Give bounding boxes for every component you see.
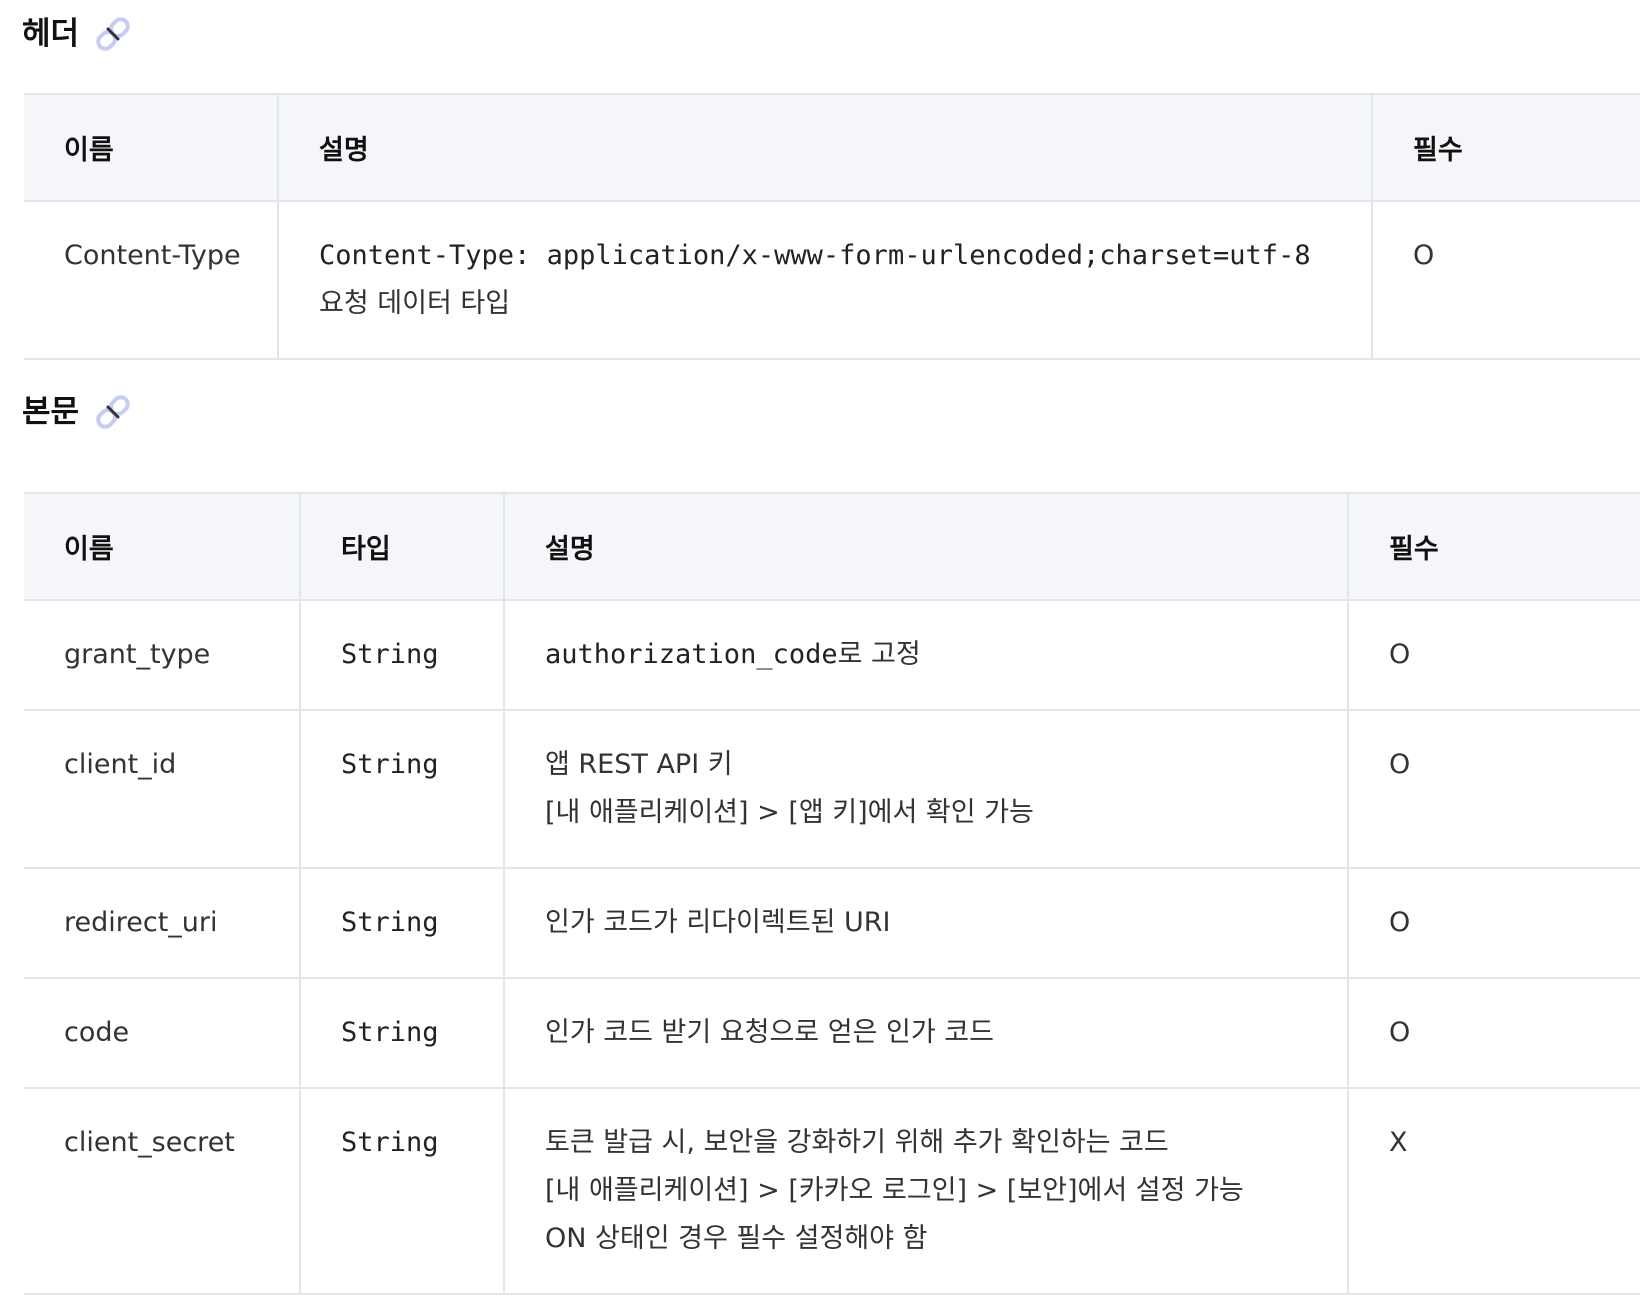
param-required: O [1347, 867, 1640, 979]
param-description-line: 앱 REST API 키 [545, 749, 733, 780]
param-required: O [1347, 977, 1640, 1089]
section-title: 본문 [22, 393, 80, 430]
param-description: 인가 코드가 리다이렉트된 URI [503, 867, 1348, 979]
param-name: client_id [24, 709, 300, 869]
column-header-name: 이름 [24, 492, 300, 601]
param-description: 앱 REST API 키 [내 애플리케이션] > [앱 키]에서 확인 가능 [503, 709, 1348, 869]
param-description-text: 로 고정 [837, 639, 921, 670]
param-description: Content-Type: application/x-www-form-url… [277, 200, 1372, 360]
link-icon[interactable] [93, 392, 133, 432]
header-table: 이름 설명 필수 Content-Type Content-Type: appl… [24, 93, 1640, 360]
link-icon[interactable] [93, 14, 133, 54]
param-name: redirect_uri [24, 867, 300, 979]
param-required: O [1371, 200, 1640, 360]
param-name: client_secret [24, 1087, 300, 1295]
section-title: 헤더 [22, 15, 80, 52]
param-name: Content-Type [24, 200, 278, 360]
body-table: 이름 타입 설명 필수 grant_type String authorizat… [24, 492, 1640, 1295]
param-description-text: 요청 데이터 타입 [319, 288, 511, 319]
param-description: 인가 코드 받기 요청으로 얻은 인가 코드 [503, 977, 1348, 1089]
section-heading-body: 본문 [22, 392, 133, 432]
param-description-line: 인가 코드 받기 요청으로 얻은 인가 코드 [545, 1017, 994, 1048]
table-header-row: 이름 설명 필수 [24, 93, 1640, 202]
param-type: String [299, 709, 504, 869]
table-row: code String 인가 코드 받기 요청으로 얻은 인가 코드 O [24, 977, 1640, 1089]
param-type: String [299, 1087, 504, 1295]
table-header-row: 이름 타입 설명 필수 [24, 492, 1640, 601]
param-type: String [299, 977, 504, 1089]
param-name: code [24, 977, 300, 1089]
param-description-line: [내 애플리케이션] > [카카오 로그인] > [보안]에서 설정 가능 [545, 1175, 1244, 1206]
param-type: String [299, 867, 504, 979]
param-description-line: [내 애플리케이션] > [앱 키]에서 확인 가능 [545, 797, 1034, 828]
param-description-line: ON 상태인 경우 필수 설정해야 함 [545, 1223, 928, 1254]
table-row: client_id String 앱 REST API 키 [내 애플리케이션]… [24, 709, 1640, 869]
table-row: Content-Type Content-Type: application/x… [24, 200, 1640, 360]
param-type: String [299, 599, 504, 711]
column-header-type: 타입 [299, 492, 504, 601]
param-name: grant_type [24, 599, 300, 711]
param-code: authorization_code [545, 639, 838, 670]
section-heading-header: 헤더 [22, 14, 133, 54]
param-required: O [1347, 599, 1640, 711]
param-required: X [1347, 1087, 1640, 1295]
table-row: redirect_uri String 인가 코드가 리다이렉트된 URI O [24, 867, 1640, 979]
table-row: client_secret String 토큰 발급 시, 보안을 강화하기 위… [24, 1087, 1640, 1295]
param-description: authorization_code로 고정 [503, 599, 1348, 711]
column-header-required: 필수 [1347, 492, 1640, 601]
param-description-line: 토큰 발급 시, 보안을 강화하기 위해 추가 확인하는 코드 [545, 1127, 1169, 1158]
column-header-name: 이름 [24, 93, 278, 202]
column-header-description: 설명 [503, 492, 1348, 601]
param-code: Content-Type: application/x-www-form-url… [319, 240, 1311, 271]
column-header-description: 설명 [277, 93, 1372, 202]
param-description-line: 인가 코드가 리다이렉트된 URI [545, 907, 891, 938]
table-row: grant_type String authorization_code로 고정… [24, 599, 1640, 711]
param-required: O [1347, 709, 1640, 869]
param-description: 토큰 발급 시, 보안을 강화하기 위해 추가 확인하는 코드 [내 애플리케이… [503, 1087, 1348, 1295]
column-header-required: 필수 [1371, 93, 1640, 202]
